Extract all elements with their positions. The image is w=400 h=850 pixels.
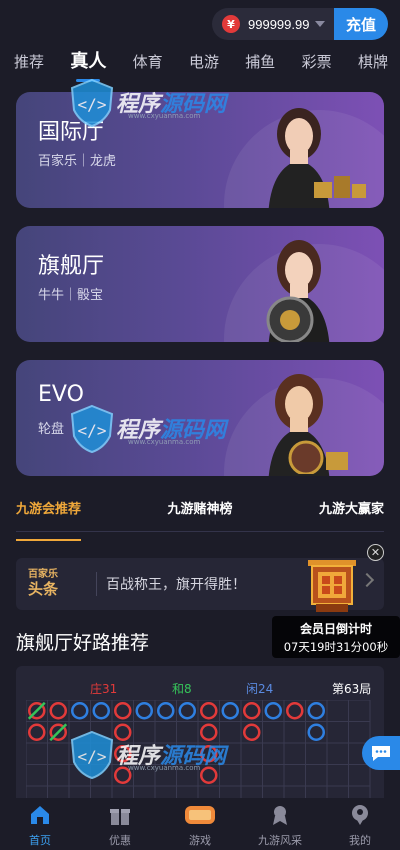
round-number: 第63局 xyxy=(332,682,372,696)
tie-count: 和8 xyxy=(172,682,192,696)
banker-count: 庄31 xyxy=(90,682,118,696)
home-icon xyxy=(31,806,49,824)
tab-sports[interactable]: 体育 xyxy=(133,50,163,78)
banker-result xyxy=(49,702,67,720)
player-result xyxy=(71,702,89,720)
headline-logo: 百家乐 头条 xyxy=(28,569,59,598)
player-count: 闲24 xyxy=(246,682,274,696)
tab-lottery[interactable]: 彩票 xyxy=(302,50,332,78)
shield-icon: </> xyxy=(70,78,114,128)
headline-text: 百战称王，旗开得胜！ xyxy=(106,577,246,593)
section-title: 旗舰厅好路推荐 xyxy=(16,632,150,654)
player-result xyxy=(264,702,282,720)
chat-icon xyxy=(372,746,390,761)
roulette-wheel-icon xyxy=(266,296,314,342)
treasure-chest-icon[interactable] xyxy=(304,556,360,614)
divider xyxy=(96,572,97,596)
nav-promotions[interactable]: 优惠 xyxy=(85,804,155,848)
chips-icon xyxy=(314,176,366,198)
close-icon[interactable]: ✕ xyxy=(367,544,384,561)
tab-jiuyou-leaderboard[interactable]: 九游赌神榜 xyxy=(167,498,232,531)
player-result xyxy=(92,702,110,720)
player-result xyxy=(157,702,175,720)
hall-card-flagship[interactable]: 旗舰厅 牛牛｜骰宝 xyxy=(16,226,384,342)
banker-result xyxy=(200,702,218,720)
countdown-title: 会员日倒计时 xyxy=(299,622,372,636)
roulette-wheel-icon xyxy=(288,440,348,474)
hall-title: 旗舰厅 xyxy=(38,254,105,279)
tab-fishing[interactable]: 捕鱼 xyxy=(245,50,275,78)
slot-machine-icon xyxy=(185,806,215,824)
player-result xyxy=(178,702,196,720)
player-result xyxy=(307,702,325,720)
gift-icon xyxy=(110,809,130,825)
player-result xyxy=(221,702,239,720)
section-tabs: 九游会推荐 九游赌神榜 九游大赢家 xyxy=(16,498,384,541)
yen-icon: ¥ xyxy=(222,15,240,33)
member-day-countdown[interactable]: 会员日倒计时 07天19时31分00秒 xyxy=(272,616,400,658)
watermark-logo: </> 程序源码网 www.cxyuanma.com xyxy=(70,730,270,790)
banker-result xyxy=(243,702,261,720)
watermark-logo: </> 程序源码网 www.cxyuanma.com xyxy=(70,78,270,138)
tab-recommend[interactable]: 推荐 xyxy=(14,50,44,78)
svg-text:</>: </> xyxy=(78,421,107,440)
bottom-nav: 首页 优惠 游戏 九游风采 我的 xyxy=(0,798,400,850)
caret-down-icon xyxy=(315,21,326,27)
nav-games[interactable]: 游戏 xyxy=(165,804,235,848)
category-tabs: 推荐 真人 体育 电游 捕鱼 彩票 棋牌 xyxy=(0,50,400,82)
nav-showcase[interactable]: 九游风采 xyxy=(245,804,315,848)
hall-subtitle: 牛牛｜骰宝 xyxy=(38,288,104,303)
profile-icon xyxy=(352,805,368,825)
tab-jiuyou-recommend[interactable]: 九游会推荐 xyxy=(16,498,82,541)
chevron-right-icon[interactable] xyxy=(359,572,375,588)
top-bar: ¥ 999999.99 充值 xyxy=(0,0,400,48)
banker-result xyxy=(286,702,304,720)
nav-profile[interactable]: 我的 xyxy=(325,804,395,848)
shield-icon: </> xyxy=(70,404,114,454)
balance-selector[interactable]: ¥ 999999.99 xyxy=(212,8,336,40)
deposit-button[interactable]: 充值 xyxy=(334,8,388,40)
hall-subtitle: 百家乐｜龙虎 xyxy=(38,154,117,169)
medal-icon xyxy=(273,806,287,825)
svg-text:</>: </> xyxy=(78,747,107,766)
tab-jiuyou-winners[interactable]: 九游大赢家 xyxy=(319,498,384,531)
svg-text:</>: </> xyxy=(78,95,107,114)
tab-cards[interactable]: 棋牌 xyxy=(358,50,388,78)
balance-amount: 999999.99 xyxy=(248,16,310,32)
shield-icon: </> xyxy=(70,730,114,780)
player-result xyxy=(307,723,325,741)
customer-service-button[interactable] xyxy=(362,736,400,770)
countdown-time: 07天19时31分00秒 xyxy=(283,640,389,654)
hall-subtitle: 轮盘 xyxy=(38,422,65,437)
banker-result xyxy=(114,702,132,720)
watermark-logo: </> 程序源码网 www.cxyuanma.com xyxy=(70,404,270,464)
tab-slots[interactable]: 电游 xyxy=(189,50,219,78)
nav-home[interactable]: 首页 xyxy=(5,804,75,848)
player-result xyxy=(135,702,153,720)
banker-result xyxy=(28,723,46,741)
tab-live[interactable]: 真人 xyxy=(70,50,106,82)
